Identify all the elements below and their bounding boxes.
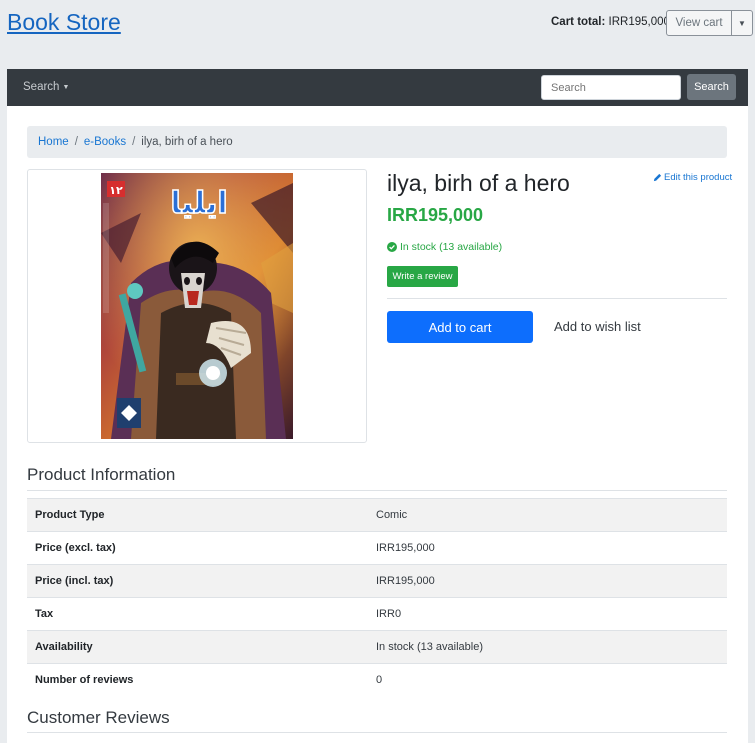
breadcrumb: Home / e-Books / ilya, birh of a hero — [27, 126, 727, 158]
info-key: Product Type — [27, 498, 368, 532]
add-to-wishlist-button[interactable]: Add to wish list — [554, 319, 641, 334]
edit-product-link[interactable]: Edit this product — [653, 172, 732, 183]
search-dropdown[interactable]: Search ▼ — [23, 81, 69, 93]
customer-reviews-heading: Customer Reviews — [27, 708, 170, 727]
cover-title: ایلیا — [170, 186, 227, 221]
product-image-frame: ایلیا ۱۲ — [27, 169, 367, 443]
info-key: Availability — [27, 630, 368, 664]
divider — [387, 298, 727, 299]
view-cart-button[interactable]: View cart — [667, 11, 732, 35]
table-row: Price (excl. tax) IRR195,000 — [27, 531, 727, 565]
edit-product-label: Edit this product — [664, 172, 733, 183]
cover-issue-number: ۱۲ — [109, 184, 123, 197]
table-row: Product Type Comic — [27, 498, 727, 532]
info-key: Price (incl. tax) — [27, 564, 368, 598]
cart-dropdown-toggle[interactable]: ▼ — [732, 11, 752, 35]
write-review-button[interactable]: Write a review — [387, 266, 458, 287]
info-value: IRR195,000 — [368, 531, 727, 565]
search-input[interactable] — [541, 75, 681, 100]
info-value: IRR195,000 — [368, 564, 727, 598]
add-to-cart-button[interactable]: Add to cart — [387, 311, 533, 343]
cart-total: Cart total: IRR195,000 — [551, 16, 670, 28]
info-value: In stock (13 available) — [368, 630, 727, 664]
main-content: Home / e-Books / ilya, birh of a hero ای… — [7, 106, 748, 743]
section-divider — [27, 732, 727, 733]
info-value: Comic — [368, 498, 727, 532]
stock-status: In stock (13 available) — [387, 241, 502, 253]
product-information-table: Product Type Comic Price (excl. tax) IRR… — [27, 498, 727, 697]
info-key: Number of reviews — [27, 663, 368, 697]
cart-button-group: View cart ▼ — [666, 10, 753, 36]
info-value: IRR0 — [368, 597, 727, 631]
breadcrumb-home[interactable]: Home — [38, 136, 69, 148]
table-row: Tax IRR0 — [27, 597, 727, 631]
product-price: IRR195,000 — [387, 205, 484, 225]
info-key: Tax — [27, 597, 368, 631]
cart-total-label: Cart total: — [551, 16, 606, 28]
caret-down-icon: ▼ — [738, 18, 746, 28]
stock-status-text: In stock (13 available) — [400, 241, 503, 253]
breadcrumb-separator: / — [74, 136, 78, 148]
section-divider — [27, 490, 727, 491]
info-key: Price (excl. tax) — [27, 531, 368, 565]
table-row: Number of reviews 0 — [27, 663, 727, 697]
table-row: Price (incl. tax) IRR195,000 — [27, 564, 727, 598]
caret-down-icon: ▼ — [62, 84, 70, 91]
product-title: ilya, birh of a hero — [387, 170, 570, 196]
search-dropdown-label: Search — [23, 81, 60, 93]
pencil-icon — [653, 173, 662, 182]
breadcrumb-current: ilya, birh of a hero — [141, 136, 233, 148]
breadcrumb-separator: / — [132, 136, 136, 148]
breadcrumb-category[interactable]: e-Books — [84, 136, 126, 148]
product-cover-image[interactable]: ایلیا ۱۲ — [101, 173, 293, 439]
info-value: 0 — [368, 663, 727, 697]
product-information-heading: Product Information — [27, 465, 176, 484]
search-button[interactable]: Search — [687, 74, 736, 100]
check-circle-icon — [387, 242, 397, 252]
navbar: Search ▼ Search — [7, 69, 748, 106]
table-row: Availability In stock (13 available) — [27, 630, 727, 664]
cart-total-value: IRR195,000 — [608, 16, 670, 28]
brand-link[interactable]: Book Store — [7, 9, 121, 36]
